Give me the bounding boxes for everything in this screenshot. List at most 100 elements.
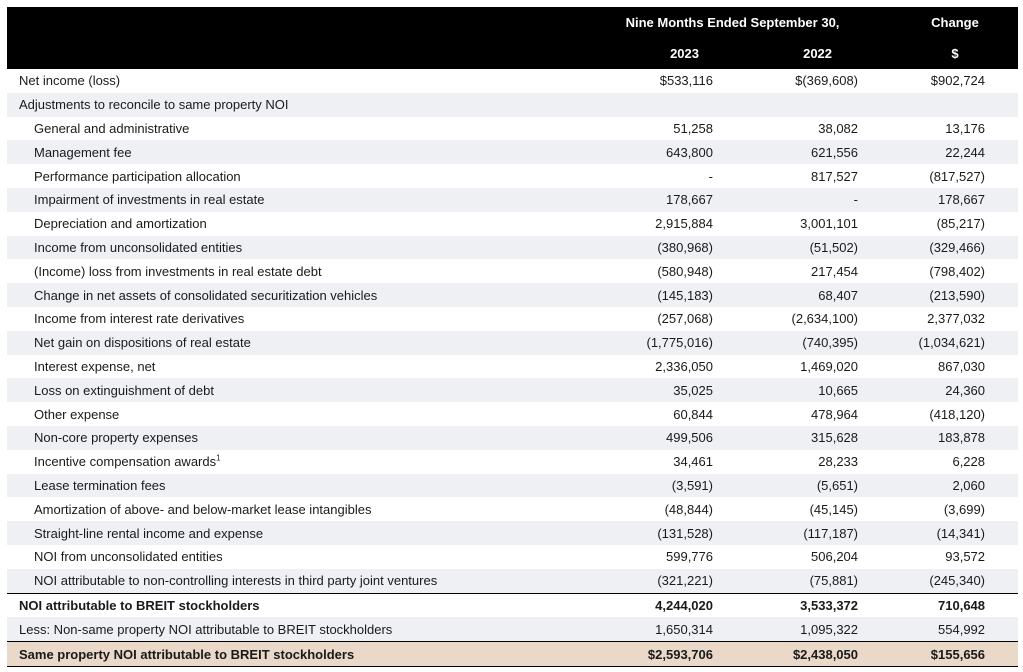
value-change: (14,341) <box>860 521 986 545</box>
value-change: (798,402) <box>860 259 986 284</box>
row-label: Depreciation and amortization <box>7 211 535 236</box>
value-change: 554,992 <box>860 617 986 642</box>
noi-reconciliation-table: Nine Months Ended September 30, Change 2… <box>7 7 1019 667</box>
value-change: (329,466) <box>860 235 986 260</box>
value-2022 <box>715 92 861 117</box>
table-row: Depreciation and amortization 2,915,884 3,… <box>7 211 1019 236</box>
table-row: NOI from unconsolidated entities 599,776 5… <box>7 544 1019 569</box>
row-label-text: Income from interest rate derivatives <box>34 311 245 327</box>
change-header: Change <box>931 14 979 30</box>
table-row: General and administrative 51,258 38,082 13… <box>7 116 1019 141</box>
value-2023: (580,948) <box>535 259 715 284</box>
value-2023: 51,258 <box>535 116 715 141</box>
value-2023: 599,776 <box>535 544 715 569</box>
value-change: 178,667 <box>860 187 986 212</box>
value-2023: (145,183) <box>535 283 715 307</box>
table-row: Loss on extinguishment of debt 35,025 10,6… <box>7 378 1019 403</box>
row-label: NOI attributable to non-controlling inte… <box>7 568 535 594</box>
row-label-text: Impairment of investments in real estate <box>34 192 265 208</box>
table-row: Impairment of investments in real estate… <box>7 187 1019 212</box>
table-row: Adjustments to reconcile to same propert… <box>7 92 1019 117</box>
value-2023: (48,844) <box>535 497 715 522</box>
value-change: (1,034,621) <box>860 330 986 355</box>
value-2022: (51,502) <box>715 235 861 260</box>
table-row: NOI attributable to BREIT stockholders 4,… <box>7 592 1019 618</box>
value-2023: 499,506 <box>535 425 715 450</box>
value-change <box>860 92 986 117</box>
row-label: Incentive compensation awards1 <box>7 449 535 474</box>
value-2023: (321,221) <box>535 568 715 594</box>
row-label: Loss on extinguishment of debt <box>7 378 535 403</box>
value-2022: 315,628 <box>715 425 861 450</box>
row-label-text: Income from unconsolidated entities <box>34 239 243 255</box>
table-row: Non-core property expenses 499,506 315,628… <box>7 425 1019 450</box>
value-change: 2,377,032 <box>860 306 986 331</box>
value-2023: 2,336,050 <box>535 354 715 379</box>
row-label: Less: Non-same property NOI attributable… <box>7 617 535 642</box>
value-2022: 68,407 <box>715 283 861 307</box>
value-change: 710,648 <box>860 592 986 618</box>
row-label: NOI attributable to BREIT stockholders <box>7 592 535 618</box>
row-label-text: Less: Non-same property NOI attributable… <box>19 621 393 637</box>
value-2023: $2,593,706 <box>535 641 715 667</box>
table-body: Net income (loss) $533,116 $(369,608) $902,… <box>7 69 1019 667</box>
value-change: (245,340) <box>860 568 986 594</box>
value-2022: - <box>715 187 861 212</box>
row-label: General and administrative <box>7 116 535 141</box>
value-change: (817,527) <box>860 164 986 188</box>
value-2022: 621,556 <box>715 140 861 165</box>
year-2022-header: 2022 <box>803 45 833 61</box>
table-row: NOI attributable to non-controlling inte… <box>7 568 1019 594</box>
table-row: (Income) loss from investments in real e… <box>7 259 1019 284</box>
row-label-text: Change in net assets of consolidated sec… <box>34 287 378 303</box>
value-2022: 10,665 <box>715 378 861 403</box>
value-2022: $(369,608) <box>715 69 861 93</box>
value-change: 13,176 <box>860 116 986 141</box>
row-label-text: Amortization of above- and below-market … <box>34 501 372 517</box>
row-label-text: Other expense <box>34 406 120 422</box>
value-change: (418,120) <box>860 402 986 426</box>
value-2023: 643,800 <box>535 140 715 165</box>
value-2022: 217,454 <box>715 259 861 284</box>
row-label: Impairment of investments in real estate <box>7 187 535 212</box>
year-2023-header: 2023 <box>670 45 699 61</box>
table-row: Straight-line rental income and expense (… <box>7 521 1019 545</box>
row-label: Straight-line rental income and expense <box>7 521 535 545</box>
table-row: Incentive compensation awards1 34,461 28,2… <box>7 449 1019 474</box>
change-unit-header: $ <box>951 45 959 61</box>
value-2023: (257,068) <box>535 306 715 331</box>
value-2022: (2,634,100) <box>715 306 861 331</box>
table-row: Less: Non-same property NOI attributable… <box>7 617 1019 642</box>
table-row: Same property NOI attributable to BREIT … <box>7 641 1019 667</box>
row-label-text: Management fee <box>34 144 132 160</box>
row-label: Other expense <box>7 402 535 426</box>
row-label: NOI from unconsolidated entities <box>7 544 535 569</box>
value-change: (213,590) <box>860 283 986 307</box>
table-row: Amortization of above- and below-market … <box>7 497 1019 522</box>
table-row: Other expense 60,844 478,964 (418,120) <box>7 402 1019 426</box>
value-change: 867,030 <box>860 354 986 379</box>
value-2022: 1,469,020 <box>715 354 861 379</box>
value-2023: $533,116 <box>535 69 715 93</box>
row-label-text: Loss on extinguishment of debt <box>34 382 214 398</box>
value-change: (3,699) <box>860 497 986 522</box>
row-label-text: (Income) loss from investments in real e… <box>34 263 322 279</box>
value-change: 24,360 <box>860 378 986 403</box>
value-2022: $2,438,050 <box>715 641 861 667</box>
row-label-text: Performance participation allocation <box>34 168 241 184</box>
value-change: 22,244 <box>860 140 986 165</box>
value-change: 93,572 <box>860 544 986 569</box>
table-row: Performance participation allocation -817… <box>7 164 1019 188</box>
row-label-text: Same property NOI attributable to BREIT … <box>19 646 355 662</box>
row-label: Same property NOI attributable to BREIT … <box>7 641 535 667</box>
value-2022: 3,533,372 <box>715 592 861 618</box>
value-change: 6,228 <box>860 449 986 474</box>
value-change: 183,878 <box>860 425 986 450</box>
value-change: $902,724 <box>860 69 986 93</box>
value-2022: 38,082 <box>715 116 861 141</box>
table-header: Nine Months Ended September 30, Change 2… <box>7 7 1019 69</box>
row-label: Management fee <box>7 140 535 165</box>
value-2023: (3,591) <box>535 473 715 498</box>
table-row: Net gain on dispositions of real estate (… <box>7 330 1019 355</box>
value-2023: 2,915,884 <box>535 211 715 236</box>
